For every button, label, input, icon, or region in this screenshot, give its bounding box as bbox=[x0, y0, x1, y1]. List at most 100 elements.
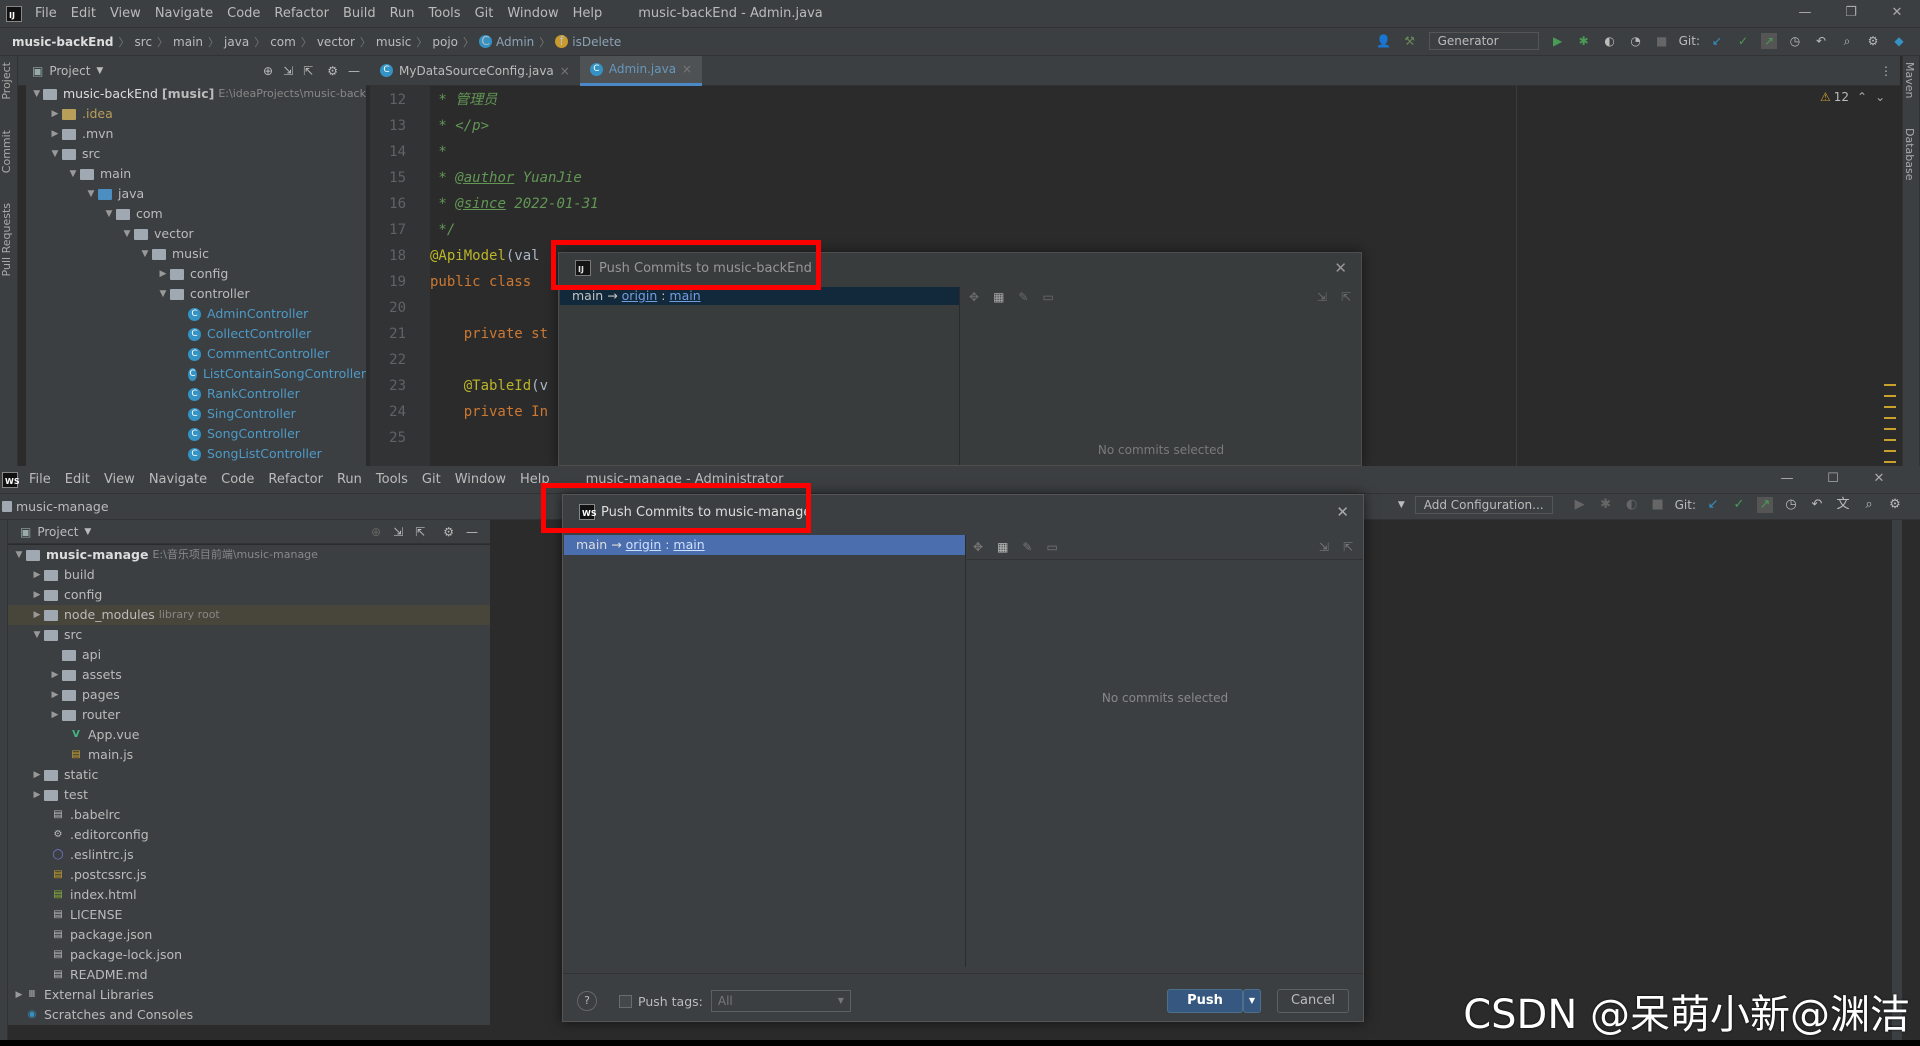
menu-git[interactable]: Git bbox=[415, 472, 448, 487]
tree-node-config[interactable]: ▶ config bbox=[8, 585, 490, 605]
menu-edit[interactable]: Edit bbox=[64, 6, 103, 21]
tree-node-class[interactable]: C SingController bbox=[26, 404, 366, 424]
close-icon[interactable]: × bbox=[682, 62, 692, 76]
menu-refactor[interactable]: Refactor bbox=[267, 6, 336, 21]
tree-node-babelrc[interactable]: ▤ .babelrc bbox=[8, 805, 490, 825]
help-button[interactable]: ? bbox=[577, 991, 597, 1011]
debug-icon[interactable]: ✱ bbox=[1576, 33, 1592, 49]
menu-window[interactable]: Window bbox=[448, 472, 513, 487]
restore-icon[interactable]: ❐ bbox=[1828, 0, 1874, 26]
group-icon[interactable]: ▦ bbox=[997, 540, 1008, 554]
preview-icon[interactable]: ▭ bbox=[1046, 540, 1057, 554]
breadcrumb-project[interactable]: music-backEnd bbox=[12, 35, 114, 49]
tree-node-eslintrc[interactable]: ◯ .eslintrc.js bbox=[8, 845, 490, 865]
stop-icon[interactable]: ■ bbox=[1654, 33, 1670, 49]
tree-node-static[interactable]: ▶ static bbox=[8, 765, 490, 785]
cancel-button[interactable]: Cancel bbox=[1277, 989, 1349, 1013]
add-configuration-button[interactable]: Add Configuration... bbox=[1414, 496, 1553, 514]
git-commit-icon[interactable]: ✓ bbox=[1735, 33, 1751, 49]
pin-icon[interactable]: ✥ bbox=[969, 290, 979, 304]
tree-node-java[interactable]: ▼ java bbox=[26, 184, 366, 204]
tree-node-config[interactable]: ▶ config bbox=[26, 264, 366, 284]
tree-node-root[interactable]: ▼ music-backEnd [music] E:\ideaProjects\m… bbox=[26, 84, 366, 104]
collapse-all-icon[interactable]: ⇱ bbox=[1343, 540, 1353, 554]
minimize-icon[interactable]: — bbox=[1782, 0, 1828, 26]
collapse-all-icon[interactable]: ⇱ bbox=[303, 64, 313, 78]
push-button[interactable]: Push bbox=[1167, 989, 1243, 1013]
tool-tab-database[interactable]: Database bbox=[1903, 128, 1916, 181]
menu-code[interactable]: Code bbox=[220, 6, 267, 21]
tree-node-class[interactable]: C CommentController bbox=[26, 344, 366, 364]
tree-node-class[interactable]: C AdminController bbox=[26, 304, 366, 324]
run-config-select[interactable]: Generator bbox=[1428, 32, 1539, 50]
tree-node-scratches[interactable]: ◉ Scratches and Consoles bbox=[8, 1005, 490, 1025]
stop-icon[interactable]: ■ bbox=[1650, 497, 1666, 513]
edit-icon[interactable]: ✎ bbox=[1018, 290, 1028, 304]
hammer-icon[interactable]: ⚒ bbox=[1402, 33, 1418, 49]
menu-git[interactable]: Git bbox=[468, 6, 501, 21]
tree-node-app-vue[interactable]: V App.vue bbox=[8, 725, 490, 745]
tree-node-build[interactable]: ▶ build bbox=[8, 565, 490, 585]
menu-refactor[interactable]: Refactor bbox=[261, 472, 330, 487]
breadcrumb-item[interactable]: main bbox=[173, 35, 203, 49]
coverage-icon[interactable]: ◐ bbox=[1602, 33, 1618, 49]
menu-view[interactable]: View bbox=[97, 472, 142, 487]
tool-tab-commit[interactable]: Commit bbox=[0, 130, 13, 173]
tool-tab-project[interactable]: Project bbox=[0, 62, 13, 100]
rollback-icon[interactable]: ↶ bbox=[1813, 33, 1829, 49]
menu-run[interactable]: Run bbox=[383, 6, 422, 21]
menu-file[interactable]: File bbox=[22, 472, 58, 487]
gear-icon[interactable]: ⚙ bbox=[443, 525, 454, 539]
chevron-down-icon[interactable]: ▼ bbox=[96, 66, 103, 76]
tree-node-idea[interactable]: ▶ .idea bbox=[26, 104, 366, 124]
project-view-select[interactable]: Project bbox=[49, 64, 90, 78]
debug-icon[interactable]: ✱ bbox=[1598, 497, 1614, 513]
expand-all-icon[interactable]: ⇲ bbox=[283, 64, 293, 78]
search-icon[interactable]: ⌕ bbox=[1839, 33, 1855, 49]
tree-node-external-libraries[interactable]: ▶ Ⅲ External Libraries bbox=[8, 985, 490, 1005]
inspection-widget[interactable]: ⚠ 12 ⌃ ⌄ bbox=[1820, 90, 1885, 104]
expand-all-icon[interactable]: ⇲ bbox=[1319, 540, 1329, 554]
menu-run[interactable]: Run bbox=[330, 472, 369, 487]
tree-node-main-js[interactable]: ▤ main.js bbox=[8, 745, 490, 765]
navbar-project[interactable]: music-manage bbox=[16, 499, 109, 514]
chevron-down-icon[interactable]: ▼ bbox=[84, 527, 91, 537]
tree-node-mvn[interactable]: ▶ .mvn bbox=[26, 124, 366, 144]
menu-build[interactable]: Build bbox=[336, 6, 383, 21]
preview-icon[interactable]: ▭ bbox=[1042, 290, 1053, 304]
breadcrumb-item[interactable]: src bbox=[135, 35, 153, 49]
gear-icon[interactable]: ⚙ bbox=[1865, 33, 1881, 49]
menu-edit[interactable]: Edit bbox=[58, 472, 97, 487]
menu-navigate[interactable]: Navigate bbox=[148, 6, 220, 21]
tree-node-postcssrc[interactable]: ▤ .postcssrc.js bbox=[8, 865, 490, 885]
tree-node-vector[interactable]: ▼ vector bbox=[26, 224, 366, 244]
translate-icon[interactable]: 文 bbox=[1835, 497, 1851, 513]
more-icon[interactable]: ⋮ bbox=[1880, 64, 1892, 78]
chevron-up-icon[interactable]: ⌃ bbox=[1857, 90, 1867, 104]
hide-icon[interactable]: — bbox=[466, 525, 478, 539]
minimize-icon[interactable]: — bbox=[1764, 466, 1810, 492]
git-push-icon[interactable]: ↗ bbox=[1757, 497, 1773, 513]
maximize-icon[interactable]: ☐ bbox=[1810, 466, 1856, 492]
tab-admin[interactable]: C Admin.java × bbox=[579, 55, 703, 86]
close-icon[interactable]: ✕ bbox=[1856, 466, 1902, 492]
group-icon[interactable]: ▦ bbox=[993, 290, 1004, 304]
gear-icon[interactable]: ⚙ bbox=[1887, 497, 1903, 513]
tree-node-class[interactable]: C SongController bbox=[26, 424, 366, 444]
menu-file[interactable]: File bbox=[28, 6, 64, 21]
breadcrumb-item[interactable]: com bbox=[270, 35, 296, 49]
tool-tab-maven[interactable]: Maven bbox=[1903, 62, 1916, 98]
tree-node-class[interactable]: C CollectController bbox=[26, 324, 366, 344]
tree-node-class[interactable]: C RankController bbox=[26, 384, 366, 404]
menu-view[interactable]: View bbox=[103, 6, 148, 21]
tree-node-root[interactable]: ▼ music-manage E:\音乐项目前端\music-manage bbox=[8, 545, 490, 565]
menu-window[interactable]: Window bbox=[500, 6, 565, 21]
locate-icon[interactable]: ⊕ bbox=[263, 64, 273, 78]
close-icon[interactable]: ✕ bbox=[1334, 259, 1347, 277]
close-icon[interactable]: ✕ bbox=[1336, 503, 1349, 521]
target-branch-link[interactable]: main bbox=[669, 288, 700, 303]
git-commit-icon[interactable]: ✓ bbox=[1731, 497, 1747, 513]
search-icon[interactable]: ⌕ bbox=[1861, 497, 1877, 513]
remote-link[interactable]: origin bbox=[626, 537, 662, 552]
close-icon[interactable]: ✕ bbox=[1874, 0, 1920, 26]
